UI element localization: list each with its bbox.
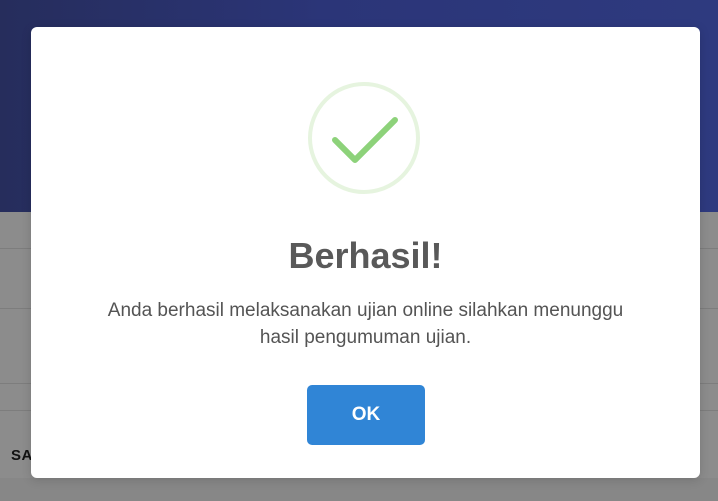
- page: SA Berhasil! Anda berhasil melaksanakan …: [0, 0, 718, 501]
- success-dialog: Berhasil! Anda berhasil melaksanakan uji…: [31, 27, 700, 478]
- background-label: SA: [11, 447, 33, 464]
- dialog-title: Berhasil!: [288, 235, 443, 276]
- page-footer: [0, 478, 718, 501]
- dialog-message: Anda berhasil melaksanakan ujian online …: [107, 300, 624, 348]
- success-checkmark-icon: [308, 82, 420, 194]
- ok-button[interactable]: OK: [307, 385, 425, 445]
